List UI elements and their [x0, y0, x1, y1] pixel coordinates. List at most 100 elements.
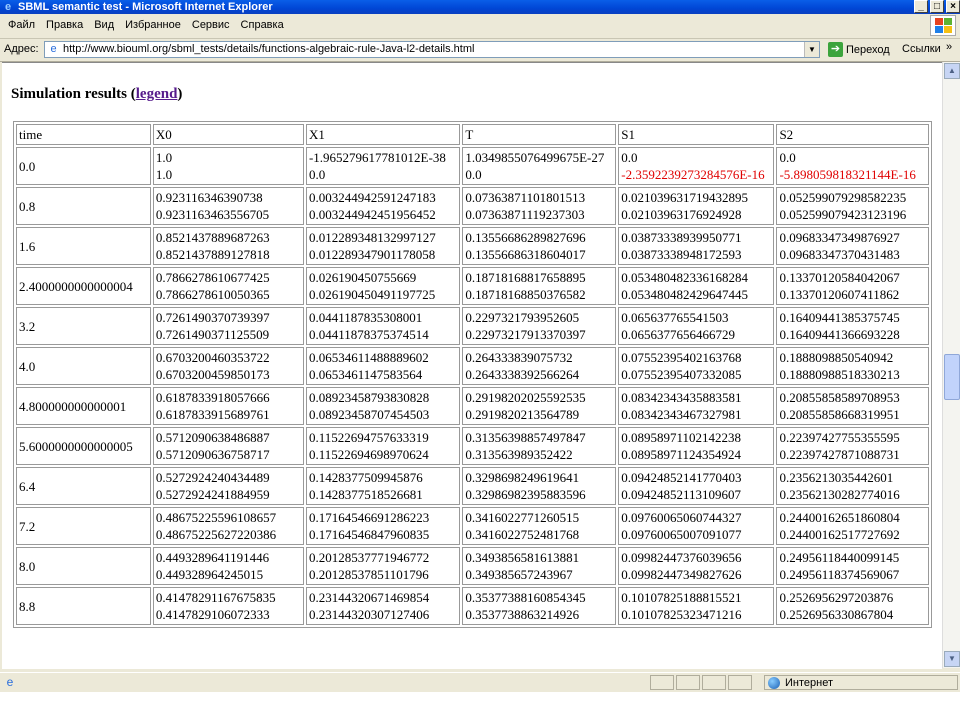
- maximize-button[interactable]: □: [930, 0, 944, 13]
- expected-value: 0.31356398857497847: [465, 430, 586, 445]
- address-input[interactable]: e http://www.biouml.org/sbml_tests/detai…: [44, 41, 820, 58]
- value-cell: 0.1428377509945876 0.1428377518526681: [305, 467, 461, 505]
- computed-value: 0.16409441366693228: [779, 327, 900, 342]
- table-row: 0.8 0.923116346390738 0.9231163463556705 0.…: [16, 187, 929, 225]
- value-cell: 0.0 -2.3592239273284576E-16: [618, 147, 775, 185]
- computed-value: 0.09683347370431483: [779, 247, 900, 262]
- computed-value: 0.08923458707454503: [308, 407, 430, 422]
- computed-value: 0.08342343467327981: [621, 407, 742, 422]
- status-pane: [728, 675, 752, 690]
- expected-value: 0.13370120584042067: [779, 270, 900, 285]
- computed-value: 0.5272924241884959: [155, 487, 270, 502]
- value-cell: 0.29198202025592535 0.2919820213564789: [462, 387, 617, 425]
- computed-value: 0.10107825323471216: [621, 607, 742, 622]
- minimize-button[interactable]: _: [914, 0, 928, 13]
- expected-value: 0.7866278610677425: [155, 270, 270, 285]
- security-zone: Интернет: [764, 675, 958, 690]
- scroll-thumb[interactable]: [944, 354, 960, 400]
- time-cell: 7.2: [16, 507, 151, 545]
- expected-value: 0.09424852141770403: [621, 470, 742, 485]
- expected-value: 0.6703200460353722: [155, 350, 270, 365]
- value-cell: 1.0349855076499675E-27 0.0: [462, 147, 617, 185]
- expected-value: 0.7261490370739397: [155, 310, 270, 325]
- links-button[interactable]: Ссылки: [902, 43, 941, 55]
- expected-value: 0.053480482336168284: [621, 270, 748, 285]
- value-cell: 0.08342343435883581 0.08342343467327981: [618, 387, 775, 425]
- links-chevron-icon[interactable]: »: [946, 41, 952, 53]
- expected-value: 0.003244942591247183: [308, 190, 436, 205]
- vertical-scrollbar[interactable]: ▲ ▼: [942, 62, 960, 668]
- go-button[interactable]: ➔ Переход: [828, 41, 890, 58]
- computed-value: 0.23144320307127406: [308, 607, 430, 622]
- computed-value: 0.349385657243967: [465, 567, 573, 582]
- globe-icon: [768, 677, 780, 689]
- expected-value: 0.052599079298582235: [779, 190, 907, 205]
- expected-value: 0.48675225596108657: [155, 510, 277, 525]
- value-cell: 0.2356213035442601 0.23562130282774016: [776, 467, 929, 505]
- heading-suffix: ): [177, 86, 183, 102]
- menu-favorites[interactable]: Избранное: [121, 19, 188, 31]
- value-cell: 0.065637765541503 0.0656377656466729: [618, 307, 775, 345]
- computed-value: -5.898059818321144E-16: [779, 167, 916, 182]
- close-button[interactable]: ×: [946, 0, 960, 13]
- value-cell: 0.09424852141770403 0.09424852113109607: [618, 467, 775, 505]
- results-table: time X0 X1 T S1 S2 0.0 1.0 1.0 -1.965279617…: [13, 121, 932, 628]
- window-controls: _ □ ×: [914, 0, 960, 14]
- computed-value: 0.2919820213564789: [465, 407, 580, 422]
- value-cell: 0.22397427755355595 0.22397427871088731: [776, 427, 929, 465]
- table-row: 1.6 0.8521437889687263 0.8521437889127818 0…: [16, 227, 929, 265]
- menu-edit[interactable]: Правка: [42, 19, 90, 31]
- expected-value: 0.03873338939950771: [621, 230, 742, 245]
- address-dropdown-icon[interactable]: ▼: [804, 42, 819, 57]
- expected-value: 0.08923458793830828: [308, 390, 430, 405]
- expected-value: 0.5712090638486887: [155, 430, 270, 445]
- value-cell: 0.7261490370739397 0.7261490371125509: [152, 307, 304, 345]
- value-cell: 0.4493289641191446 0.449328964245015: [152, 547, 304, 585]
- value-cell: 0.3298698249619641 0.32986982395883596: [462, 467, 617, 505]
- menu-help[interactable]: Справка: [237, 19, 291, 31]
- expected-value: 0.13556686289827696: [465, 230, 586, 245]
- computed-value: 0.6703200459850173: [155, 367, 270, 382]
- value-cell: 0.09760065060744327 0.09760065007091077: [618, 507, 775, 545]
- header-t: T: [462, 124, 617, 145]
- scroll-down-icon[interactable]: ▼: [944, 651, 960, 667]
- expected-value: 0.24400162651860804: [779, 510, 900, 525]
- expected-value: 0.0441187835308001: [308, 310, 423, 325]
- expected-value: 0.0: [779, 150, 796, 165]
- menu-view[interactable]: Вид: [90, 19, 121, 31]
- computed-value: 0.2643338392566264: [465, 367, 580, 382]
- expected-value: 0.11522694757633319: [308, 430, 429, 445]
- expected-value: 0.012289348132997127: [308, 230, 436, 245]
- page-content: Simulation results (legend) time X0 X1 T…: [2, 62, 942, 669]
- computed-value: 0.23562130282774016: [779, 487, 900, 502]
- legend-link[interactable]: legend: [136, 86, 178, 102]
- address-url[interactable]: http://www.biouml.org/sbml_tests/details…: [63, 43, 474, 55]
- expected-value: 0.5272924240434489: [155, 470, 270, 485]
- computed-value: 0.003244942451956452: [308, 207, 436, 222]
- menu-file[interactable]: Файл: [4, 19, 42, 31]
- go-arrow-icon: ➔: [828, 42, 843, 57]
- expected-value: 0.3416022771260515: [465, 510, 580, 525]
- value-cell: 0.13556686289827696 0.13556686318604017: [462, 227, 617, 265]
- value-cell: -1.965279617781012E-38 0.0: [305, 147, 461, 185]
- computed-value: 0.20855858668319951: [779, 407, 900, 422]
- expected-value: 0.09982447376039656: [621, 550, 742, 565]
- value-cell: 0.09982447376039656 0.09982447349827626: [618, 547, 775, 585]
- page-icon: e: [50, 43, 57, 55]
- expected-value: 0.09760065060744327: [621, 510, 742, 525]
- computed-value: 0.07552395407332085: [621, 367, 742, 382]
- menu-tools[interactable]: Сервис: [188, 19, 237, 31]
- computed-value: 0.8521437889127818: [155, 247, 270, 262]
- expected-value: 0.2526956297203876: [779, 590, 894, 605]
- value-cell: 0.06534611488889602 0.0653461147583564: [305, 347, 461, 385]
- status-pane: [702, 675, 726, 690]
- computed-value: 0.9231163463556705: [155, 207, 270, 222]
- scroll-up-icon[interactable]: ▲: [944, 63, 960, 79]
- expected-value: 0.264333839075732: [465, 350, 573, 365]
- time-cell: 6.4: [16, 467, 151, 505]
- computed-value: 0.09760065007091077: [621, 527, 742, 542]
- status-panes: [650, 675, 752, 690]
- value-cell: 0.07363871101801513 0.07363871119237303: [462, 187, 617, 225]
- computed-value: 0.052599079423123196: [779, 207, 907, 222]
- header-x1: X1: [305, 124, 461, 145]
